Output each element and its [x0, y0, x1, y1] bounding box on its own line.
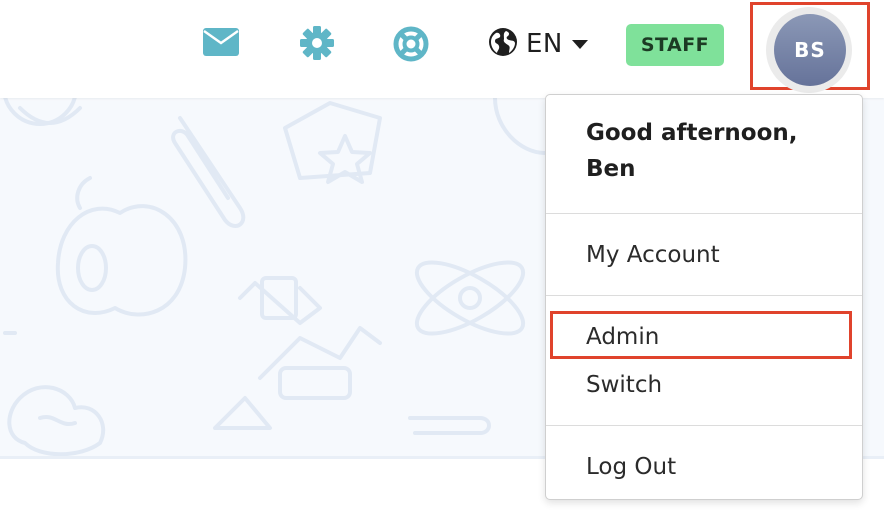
greeting-text: Good afternoon, Ben [586, 120, 798, 182]
menu-divider [546, 425, 862, 426]
avatar[interactable]: BS [774, 14, 846, 86]
globe-icon [488, 27, 518, 61]
mail-icon[interactable] [203, 28, 239, 56]
language-selector[interactable]: EN [488, 26, 589, 62]
gear-icon[interactable] [300, 26, 334, 60]
user-dropdown-menu: Good afternoon, Ben My Account Admin Swi… [545, 94, 863, 500]
menu-item-my-account[interactable]: My Account [586, 240, 720, 270]
avatar-highlight: BS [750, 2, 870, 93]
caret-down-icon [571, 35, 589, 54]
top-navigation-bar: EN STAFF BS [0, 0, 884, 98]
staff-badge: STAFF [626, 24, 724, 66]
menu-divider [546, 213, 862, 214]
menu-item-admin[interactable]: Admin [586, 322, 659, 352]
menu-divider [546, 295, 862, 296]
menu-item-log-out[interactable]: Log Out [586, 452, 676, 482]
menu-item-switch[interactable]: Switch [586, 370, 662, 400]
lifebuoy-icon[interactable] [393, 26, 429, 62]
avatar-ring: BS [766, 7, 852, 93]
language-code: EN [526, 29, 563, 59]
